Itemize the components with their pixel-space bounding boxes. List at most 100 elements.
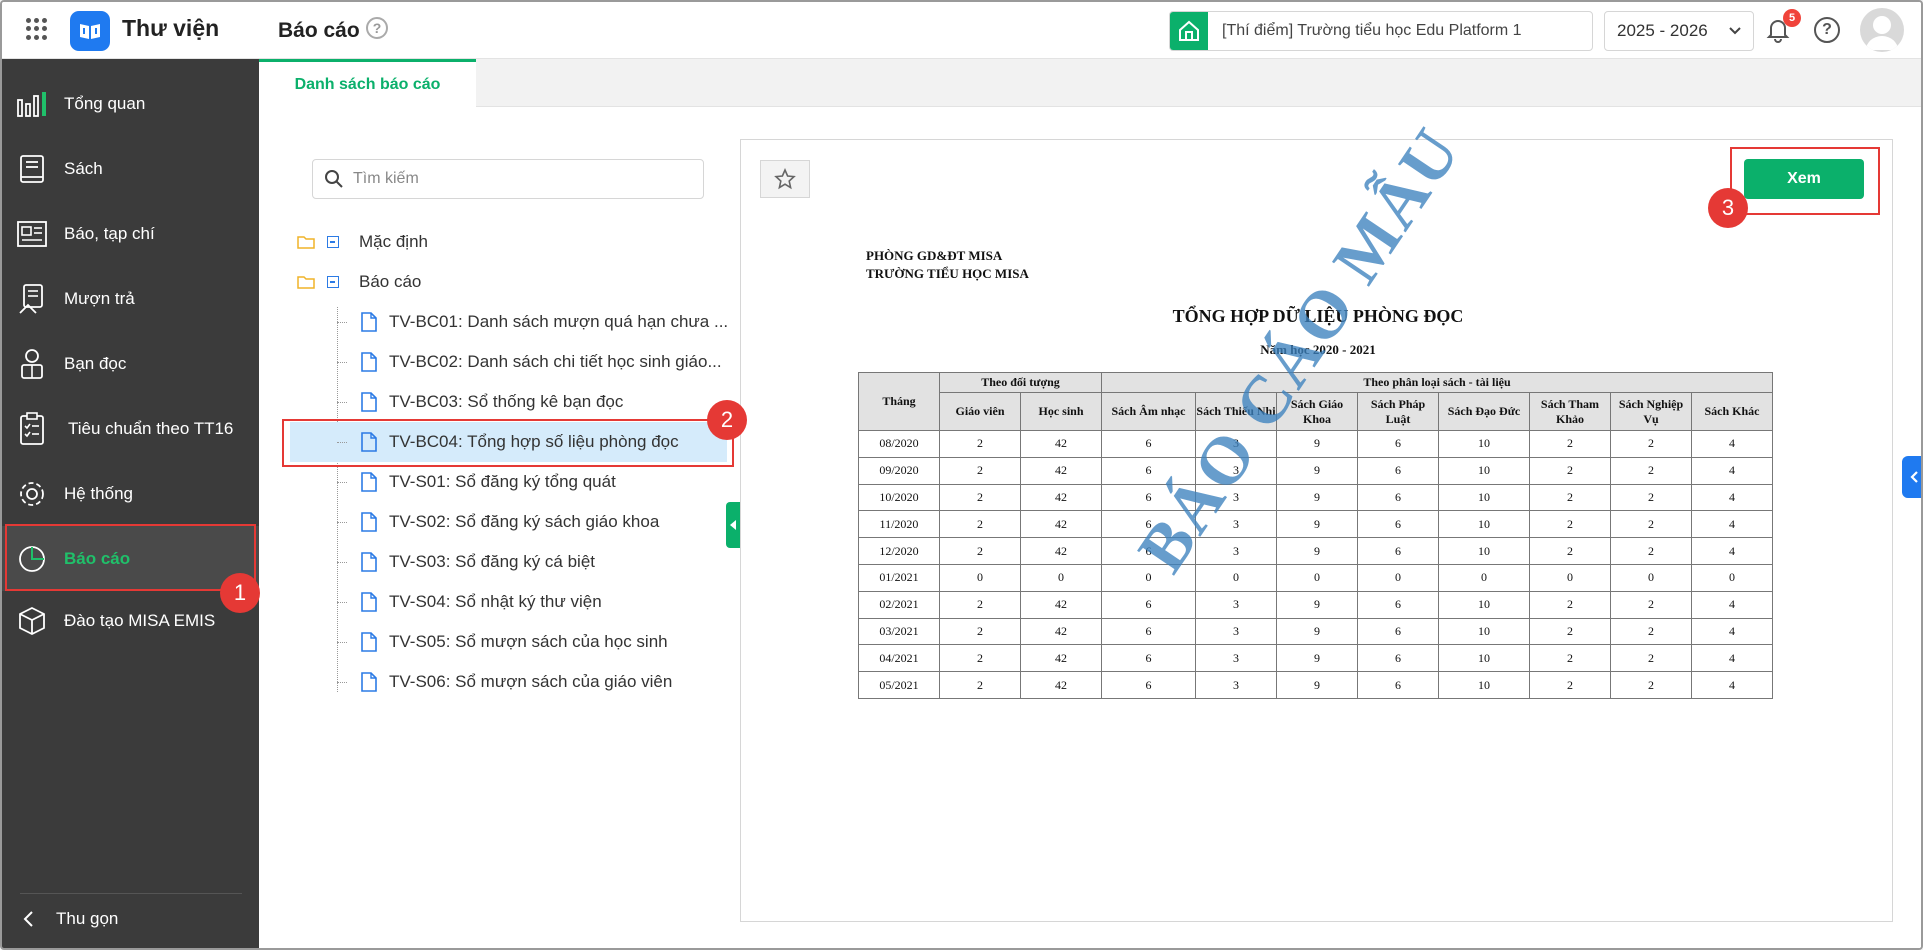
value-cell: 2 <box>1529 456 1611 485</box>
sidebar-item-newspapers[interactable]: Báo, tạp chí <box>2 201 259 266</box>
panel-collapse-handle[interactable] <box>726 502 740 548</box>
page-help-icon[interactable]: ? <box>366 17 388 39</box>
collapse-node-icon[interactable] <box>327 276 339 288</box>
value-cell: 0 <box>1357 563 1439 592</box>
sidebar-item-system[interactable]: Hệ thống <box>2 461 259 526</box>
value-cell: 42 <box>1020 510 1102 539</box>
help-icon[interactable]: ? <box>1814 17 1840 43</box>
report-item-tv-s02[interactable]: TV-S02: Sổ đăng ký sách giáo khoa <box>337 502 727 542</box>
tree-folder-reports[interactable]: Báo cáo <box>297 272 421 292</box>
avatar[interactable] <box>1860 8 1904 52</box>
apps-grid-icon[interactable] <box>26 18 48 40</box>
value-cell: 0 <box>1276 563 1358 592</box>
month-cell: 09/2020 <box>858 456 940 485</box>
header-by-category: Theo phân loại sách - tài liệu <box>1101 372 1773 393</box>
value-cell: 9 <box>1276 483 1358 512</box>
file-icon <box>361 672 377 692</box>
value-cell: 0 <box>1529 563 1611 592</box>
chevron-down-icon <box>1729 27 1741 35</box>
sidebar-item-overview[interactable]: Tổng quan <box>2 71 259 136</box>
value-cell: 2 <box>1529 644 1611 673</box>
report-item-label: TV-S04: Sổ nhật ký thư viện <box>389 592 602 611</box>
value-cell: 0 <box>1195 563 1277 592</box>
search-input[interactable]: Tìm kiếm <box>312 159 704 199</box>
value-cell: 2 <box>1529 483 1611 512</box>
sidebar-item-books[interactable]: Sách <box>2 136 259 201</box>
folder-icon <box>297 276 315 289</box>
sidebar-divider <box>20 893 242 894</box>
report-item-tv-s06[interactable]: TV-S06: Sổ mượn sách của giáo viên <box>337 662 727 702</box>
library-logo-icon <box>70 11 110 51</box>
value-cell: 2 <box>939 483 1021 512</box>
value-cell: 3 <box>1195 590 1277 619</box>
table-row: 01/2021 0 0 0 0 0 0 0 0 0 0 <box>858 563 1773 592</box>
report-item-tv-bc03[interactable]: TV-BC03: Sổ thống kê bạn đọc <box>337 382 727 422</box>
collapse-node-icon[interactable] <box>327 236 339 248</box>
column-header: Học sinh <box>1020 392 1102 431</box>
column-header: Giáo viên <box>939 392 1021 431</box>
report-item-tv-s03[interactable]: TV-S03: Sổ đăng ký cá biệt <box>337 542 727 582</box>
report-item-tv-s01[interactable]: TV-S01: Sổ đăng ký tổng quát <box>337 462 727 502</box>
step-badge-1: 1 <box>220 573 260 613</box>
school-year-value: 2025 - 2026 <box>1617 21 1708 40</box>
report-item-tv-s04[interactable]: TV-S04: Sổ nhật ký thư viện <box>337 582 727 622</box>
file-icon <box>361 512 377 532</box>
value-cell: 2 <box>1610 510 1692 539</box>
collapse-label: Thu gọn <box>56 909 119 928</box>
column-header: Sách Tham Khảo <box>1529 392 1611 431</box>
folder-label: Báo cáo <box>359 272 422 291</box>
value-cell: 6 <box>1357 430 1439 458</box>
school-selector[interactable]: [Thí điểm] Trường tiểu học Edu Platform … <box>1169 11 1593 51</box>
value-cell: 9 <box>1276 671 1358 699</box>
value-cell: 6 <box>1101 671 1196 699</box>
value-cell: 6 <box>1101 617 1196 646</box>
sidebar-item-borrow-return[interactable]: Mượn trả <box>2 266 259 331</box>
report-org-line2: TRƯỜNG TIỂU HỌC MISA <box>866 266 1029 281</box>
gear-icon <box>14 476 50 512</box>
value-cell: 2 <box>939 456 1021 485</box>
value-cell: 9 <box>1276 456 1358 485</box>
value-cell: 10 <box>1438 537 1530 565</box>
value-cell: 4 <box>1691 510 1773 539</box>
table-row: 09/2020 2 42 6 3 9 6 10 2 2 4 <box>858 456 1773 485</box>
school-year-select[interactable]: 2025 - 2026 <box>1604 11 1754 51</box>
value-cell: 4 <box>1691 617 1773 646</box>
tree-folder-default[interactable]: Mặc định <box>297 232 428 252</box>
value-cell: 9 <box>1276 644 1358 673</box>
value-cell: 9 <box>1276 510 1358 539</box>
right-panel-toggle[interactable] <box>1902 456 1921 498</box>
sidebar-item-label: Mượn trả <box>64 288 135 308</box>
table-row: 11/2020 2 42 6 3 9 6 10 2 2 4 <box>858 510 1773 539</box>
sidebar-item-standards-tt16[interactable]: Tiêu chuẩn theo TT16 <box>2 396 259 461</box>
file-icon <box>361 392 377 412</box>
file-icon <box>361 312 377 332</box>
value-cell: 4 <box>1691 644 1773 673</box>
month-cell: 05/2021 <box>858 671 940 699</box>
sidebar-item-readers[interactable]: Bạn đọc <box>2 331 259 396</box>
value-cell: 2 <box>939 617 1021 646</box>
reader-icon <box>14 346 50 382</box>
value-cell: 2 <box>1529 430 1611 458</box>
value-cell: 4 <box>1691 537 1773 565</box>
report-item-label: TV-S02: Sổ đăng ký sách giáo khoa <box>389 512 660 531</box>
value-cell: 42 <box>1020 590 1102 619</box>
value-cell: 4 <box>1691 456 1773 485</box>
favorite-button[interactable] <box>760 160 810 198</box>
value-cell: 2 <box>939 590 1021 619</box>
value-cell: 6 <box>1357 537 1439 565</box>
report-item-tv-bc01[interactable]: TV-BC01: Danh sách mượn quá hạn chưa ... <box>337 302 727 342</box>
report-item-tv-s05[interactable]: TV-S05: Sổ mượn sách của học sinh <box>337 622 727 662</box>
header-by-subject: Theo đối tượng <box>939 372 1102 393</box>
report-org-line1: PHÒNG GD&ĐT MISA <box>866 248 1003 263</box>
chevron-left-icon <box>1909 471 1918 483</box>
clipboard-icon <box>14 411 50 447</box>
value-cell: 42 <box>1020 671 1102 699</box>
report-item-tv-bc02[interactable]: TV-BC02: Danh sách chi tiết học sinh giá… <box>337 342 727 382</box>
file-icon <box>361 552 377 572</box>
value-cell: 42 <box>1020 617 1102 646</box>
cube-icon <box>14 603 50 639</box>
tab-report-list[interactable]: Danh sách báo cáo <box>259 59 476 107</box>
value-cell: 2 <box>1529 510 1611 539</box>
value-cell: 2 <box>1610 671 1692 699</box>
collapse-sidebar-button[interactable]: Thu gọn <box>22 909 118 929</box>
